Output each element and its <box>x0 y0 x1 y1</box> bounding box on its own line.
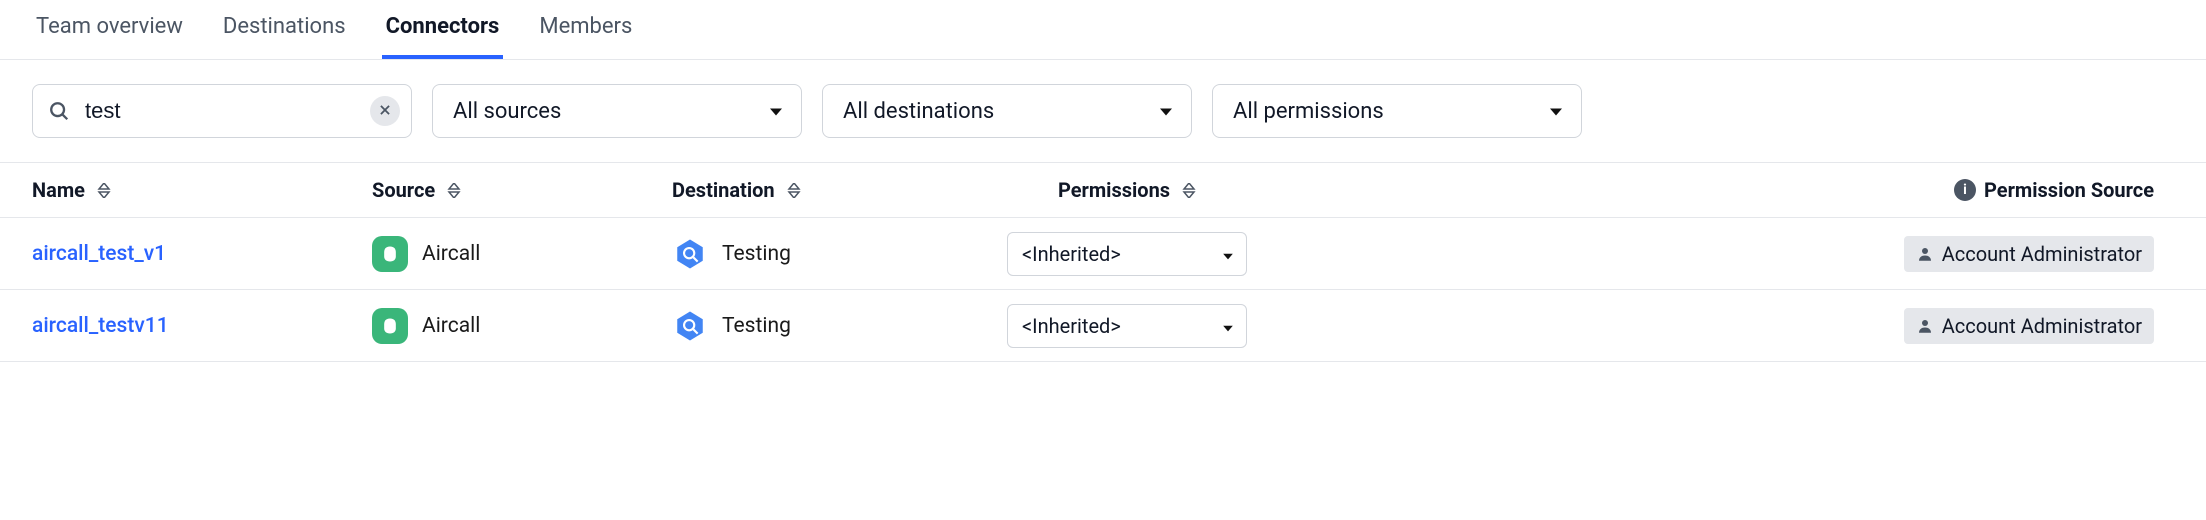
permissions-filter[interactable]: All permissions <box>1212 84 1582 138</box>
table-row: aircall_test_v1 Aircall Testing <Inherit… <box>0 218 2206 290</box>
col-name-label: Name <box>32 178 85 202</box>
destinations-filter-label: All destinations <box>843 99 994 124</box>
sort-icon <box>1182 183 1196 198</box>
col-permissions-header[interactable]: Permissions <box>982 178 1272 202</box>
caret-down-icon <box>1159 99 1173 124</box>
sources-filter[interactable]: All sources <box>432 84 802 138</box>
user-icon <box>1916 245 1934 263</box>
permission-select[interactable]: <Inherited> <box>1007 232 1247 276</box>
permissions-filter-label: All permissions <box>1233 99 1384 124</box>
sort-icon <box>447 183 461 198</box>
tab-connectors[interactable]: Connectors <box>382 0 504 59</box>
tabs-bar: Team overview Destinations Connectors Me… <box>0 0 2206 60</box>
search-input[interactable] <box>32 84 412 138</box>
permission-source-badge: Account Administrator <box>1904 308 2154 344</box>
sort-icon <box>97 183 111 198</box>
caret-down-icon <box>1222 314 1234 338</box>
tab-members[interactable]: Members <box>535 0 636 59</box>
col-source-label: Source <box>372 178 435 202</box>
caret-down-icon <box>1549 99 1563 124</box>
aircall-icon <box>372 236 408 272</box>
col-source-header[interactable]: Source <box>372 178 672 202</box>
search-wrap <box>32 84 412 138</box>
col-name-header[interactable]: Name <box>32 178 372 202</box>
sort-icon <box>787 183 801 198</box>
permission-select[interactable]: <Inherited> <box>1007 304 1247 348</box>
bigquery-icon <box>672 308 708 344</box>
filters-bar: All sources All destinations All permiss… <box>0 60 2206 162</box>
search-icon <box>48 100 70 122</box>
col-permission-source-label: Permission Source <box>1984 178 2154 202</box>
clear-search-button[interactable] <box>370 96 400 126</box>
source-cell: Aircall <box>372 236 672 272</box>
permission-source-label: Account Administrator <box>1942 242 2142 266</box>
info-icon: i <box>1954 179 1976 201</box>
tab-team-overview[interactable]: Team overview <box>32 0 187 59</box>
source-label: Aircall <box>422 242 480 266</box>
destination-cell: Testing <box>672 236 982 272</box>
source-cell: Aircall <box>372 308 672 344</box>
destination-label: Testing <box>722 314 791 338</box>
col-destination-label: Destination <box>672 178 775 202</box>
col-destination-header[interactable]: Destination <box>672 178 982 202</box>
caret-down-icon <box>769 99 783 124</box>
col-permission-source-header: i Permission Source <box>1272 178 2174 202</box>
connector-name-link[interactable]: aircall_testv11 <box>32 314 169 338</box>
connector-name-link[interactable]: aircall_test_v1 <box>32 242 166 266</box>
caret-down-icon <box>1222 242 1234 266</box>
aircall-icon <box>372 308 408 344</box>
source-label: Aircall <box>422 314 480 338</box>
destination-label: Testing <box>722 242 791 266</box>
table-header: Name Source Destination Permissions <box>0 162 2206 218</box>
close-icon <box>378 103 392 120</box>
permission-value: <Inherited> <box>1022 242 1121 266</box>
sources-filter-label: All sources <box>453 99 561 124</box>
user-icon <box>1916 317 1934 335</box>
tab-destinations[interactable]: Destinations <box>219 0 350 59</box>
connectors-table: Name Source Destination Permissions <box>0 162 2206 362</box>
table-row: aircall_testv11 Aircall Testing <Inherit… <box>0 290 2206 362</box>
destinations-filter[interactable]: All destinations <box>822 84 1192 138</box>
permission-value: <Inherited> <box>1022 314 1121 338</box>
bigquery-icon <box>672 236 708 272</box>
table-body[interactable]: aircall_test_v1 Aircall Testing <Inherit… <box>0 218 2206 362</box>
permission-source-label: Account Administrator <box>1942 314 2142 338</box>
destination-cell: Testing <box>672 308 982 344</box>
col-permissions-label: Permissions <box>1058 178 1170 202</box>
permission-source-badge: Account Administrator <box>1904 236 2154 272</box>
